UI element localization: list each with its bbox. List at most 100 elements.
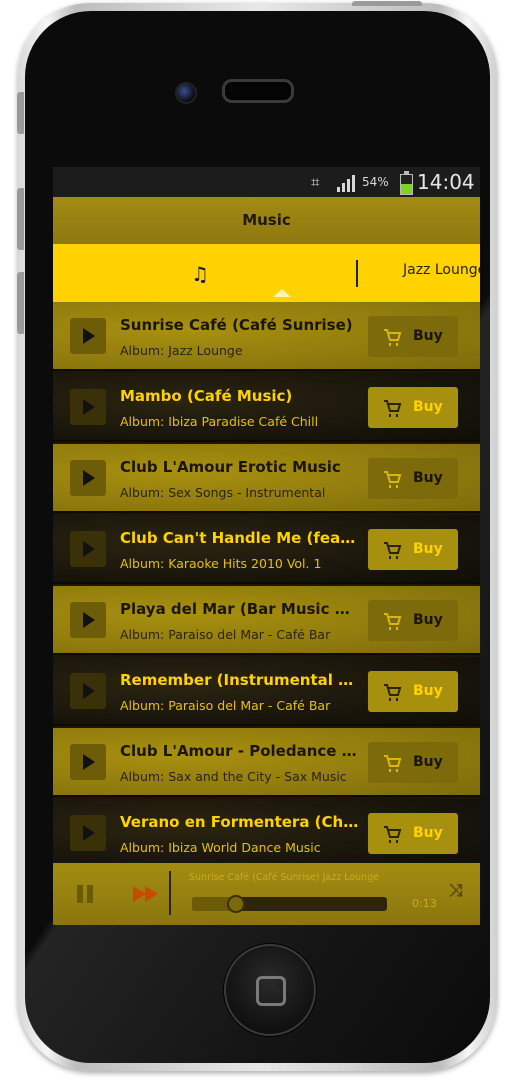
buy-button[interactable]: Buy	[368, 458, 458, 499]
play-button[interactable]	[70, 815, 106, 851]
song-album: Album: Paraiso del Mar - Café Bar	[120, 627, 331, 642]
player-bar: Sunrise Café (Café Sunrise) Jazz Lounge …	[53, 863, 480, 925]
cart-icon	[384, 755, 402, 772]
play-button[interactable]	[70, 531, 106, 567]
cart-icon	[384, 400, 402, 417]
player-divider	[169, 871, 171, 915]
play-button[interactable]	[70, 744, 106, 780]
buy-button[interactable]: Buy	[368, 387, 458, 428]
battery-percentage: 54%	[362, 175, 389, 189]
buy-button[interactable]: Buy	[368, 529, 458, 570]
row-separator	[53, 369, 480, 371]
cart-icon	[384, 471, 402, 488]
song-album: Album: Ibiza World Dance Music	[120, 840, 321, 855]
tab-divider	[356, 260, 358, 287]
mute-switch	[17, 92, 24, 134]
row-separator	[53, 724, 480, 726]
play-icon	[83, 541, 95, 557]
buy-button[interactable]: Buy	[368, 813, 458, 854]
progress-slider[interactable]	[192, 895, 387, 913]
song-row[interactable]: Playa del Mar (Bar Music Café) Album: Par…	[53, 586, 480, 655]
song-album: Album: Karaoke Hits 2010 Vol. 1	[120, 556, 322, 571]
play-icon	[83, 754, 95, 770]
play-button[interactable]	[70, 318, 106, 354]
play-icon	[83, 328, 95, 344]
power-button	[352, 1, 422, 6]
buy-button[interactable]: Buy	[368, 316, 458, 357]
earpiece-speaker	[222, 79, 294, 103]
song-row[interactable]: Mambo (Café Music) Album: Ibiza Paradise …	[53, 373, 480, 442]
song-title: Playa del Mar (Bar Music Café)	[120, 600, 360, 618]
tab-bar: ♫ Jazz Lounge	[53, 244, 480, 302]
buy-label: Buy	[413, 754, 443, 770]
cart-icon	[384, 826, 402, 843]
song-title: Club Can't Handle Me (feat. Flo Rida)	[120, 529, 360, 547]
play-icon	[83, 825, 95, 841]
buy-button[interactable]: Buy	[368, 600, 458, 641]
song-title: Mambo (Café Music)	[120, 387, 293, 405]
play-button[interactable]	[70, 389, 106, 425]
app-screen: ⌗ 54% 14:04 Music ♫ Jazz Lounge Sunrise …	[53, 167, 480, 925]
song-row[interactable]: Verano en Formentera (Chill Mix) Album: I…	[53, 799, 480, 863]
cart-icon	[384, 542, 402, 559]
row-separator	[53, 653, 480, 655]
song-title: Verano en Formentera (Chill Mix)	[120, 813, 360, 831]
status-time: 14:04	[417, 170, 475, 194]
song-title: Sunrise Café (Café Sunrise)	[120, 316, 353, 334]
play-icon	[83, 612, 95, 628]
song-title: Club L'Amour - Poledance Music	[120, 742, 360, 760]
buy-button[interactable]: Buy	[368, 671, 458, 712]
row-separator	[53, 582, 480, 584]
buy-label: Buy	[413, 399, 443, 415]
buy-label: Buy	[413, 612, 443, 628]
shuffle-icon[interactable]: ⤨	[449, 881, 463, 901]
buy-label: Buy	[413, 541, 443, 557]
cart-icon	[384, 613, 402, 630]
fast-forward-icon[interactable]	[133, 886, 159, 902]
action-bar: Music	[53, 197, 480, 244]
elapsed-time: 0:13	[412, 897, 437, 910]
now-playing-text: Sunrise Café (Café Sunrise) Jazz Lounge	[189, 872, 380, 883]
wifi-icon: ⌗	[311, 173, 320, 191]
song-row[interactable]: Club Can't Handle Me (feat. Flo Rida) Alb…	[53, 515, 480, 584]
tab-selected-indicator	[273, 289, 291, 297]
cart-icon	[384, 329, 402, 346]
song-list[interactable]: Sunrise Café (Café Sunrise) Album: Jazz L…	[53, 302, 480, 863]
row-separator	[53, 511, 480, 513]
buy-label: Buy	[413, 825, 443, 841]
buy-label: Buy	[413, 328, 443, 344]
signal-icon	[337, 175, 359, 192]
cart-icon	[384, 684, 402, 701]
page-title: Music	[242, 211, 291, 229]
pause-icon[interactable]	[77, 885, 93, 903]
song-album: Album: Paraiso del Mar - Café Bar	[120, 698, 331, 713]
song-title: Club L'Amour Erotic Music	[120, 458, 341, 476]
buy-label: Buy	[413, 683, 443, 699]
song-row[interactable]: Club L'Amour - Poledance Music Album: Sax…	[53, 728, 480, 797]
song-row[interactable]: Sunrise Café (Café Sunrise) Album: Jazz L…	[53, 302, 480, 371]
song-title: Remember (Instrumental Version)	[120, 671, 360, 689]
music-note-icon[interactable]: ♫	[191, 262, 209, 286]
front-camera	[175, 82, 197, 104]
volume-down-button	[17, 272, 24, 334]
play-icon	[83, 399, 95, 415]
song-row[interactable]: Club L'Amour Erotic Music Album: Sex Song…	[53, 444, 480, 513]
play-button[interactable]	[70, 602, 106, 638]
home-button[interactable]	[224, 944, 316, 1036]
tab-album[interactable]: Jazz Lounge	[403, 262, 480, 278]
buy-button[interactable]: Buy	[368, 742, 458, 783]
battery-icon	[400, 171, 413, 195]
row-separator	[53, 440, 480, 442]
song-album: Album: Sex Songs - Instrumental	[120, 485, 326, 500]
song-album: Album: Sax and the City - Sax Music	[120, 769, 347, 784]
volume-up-button	[17, 188, 24, 250]
song-album: Album: Ibiza Paradise Café Chill	[120, 414, 319, 429]
progress-thumb[interactable]	[226, 895, 245, 913]
buy-label: Buy	[413, 470, 443, 486]
status-bar: ⌗ 54% 14:04	[53, 167, 480, 197]
song-album: Album: Jazz Lounge	[120, 343, 243, 358]
play-icon	[83, 470, 95, 486]
play-button[interactable]	[70, 673, 106, 709]
play-button[interactable]	[70, 460, 106, 496]
song-row[interactable]: Remember (Instrumental Version) Album: Pa…	[53, 657, 480, 726]
